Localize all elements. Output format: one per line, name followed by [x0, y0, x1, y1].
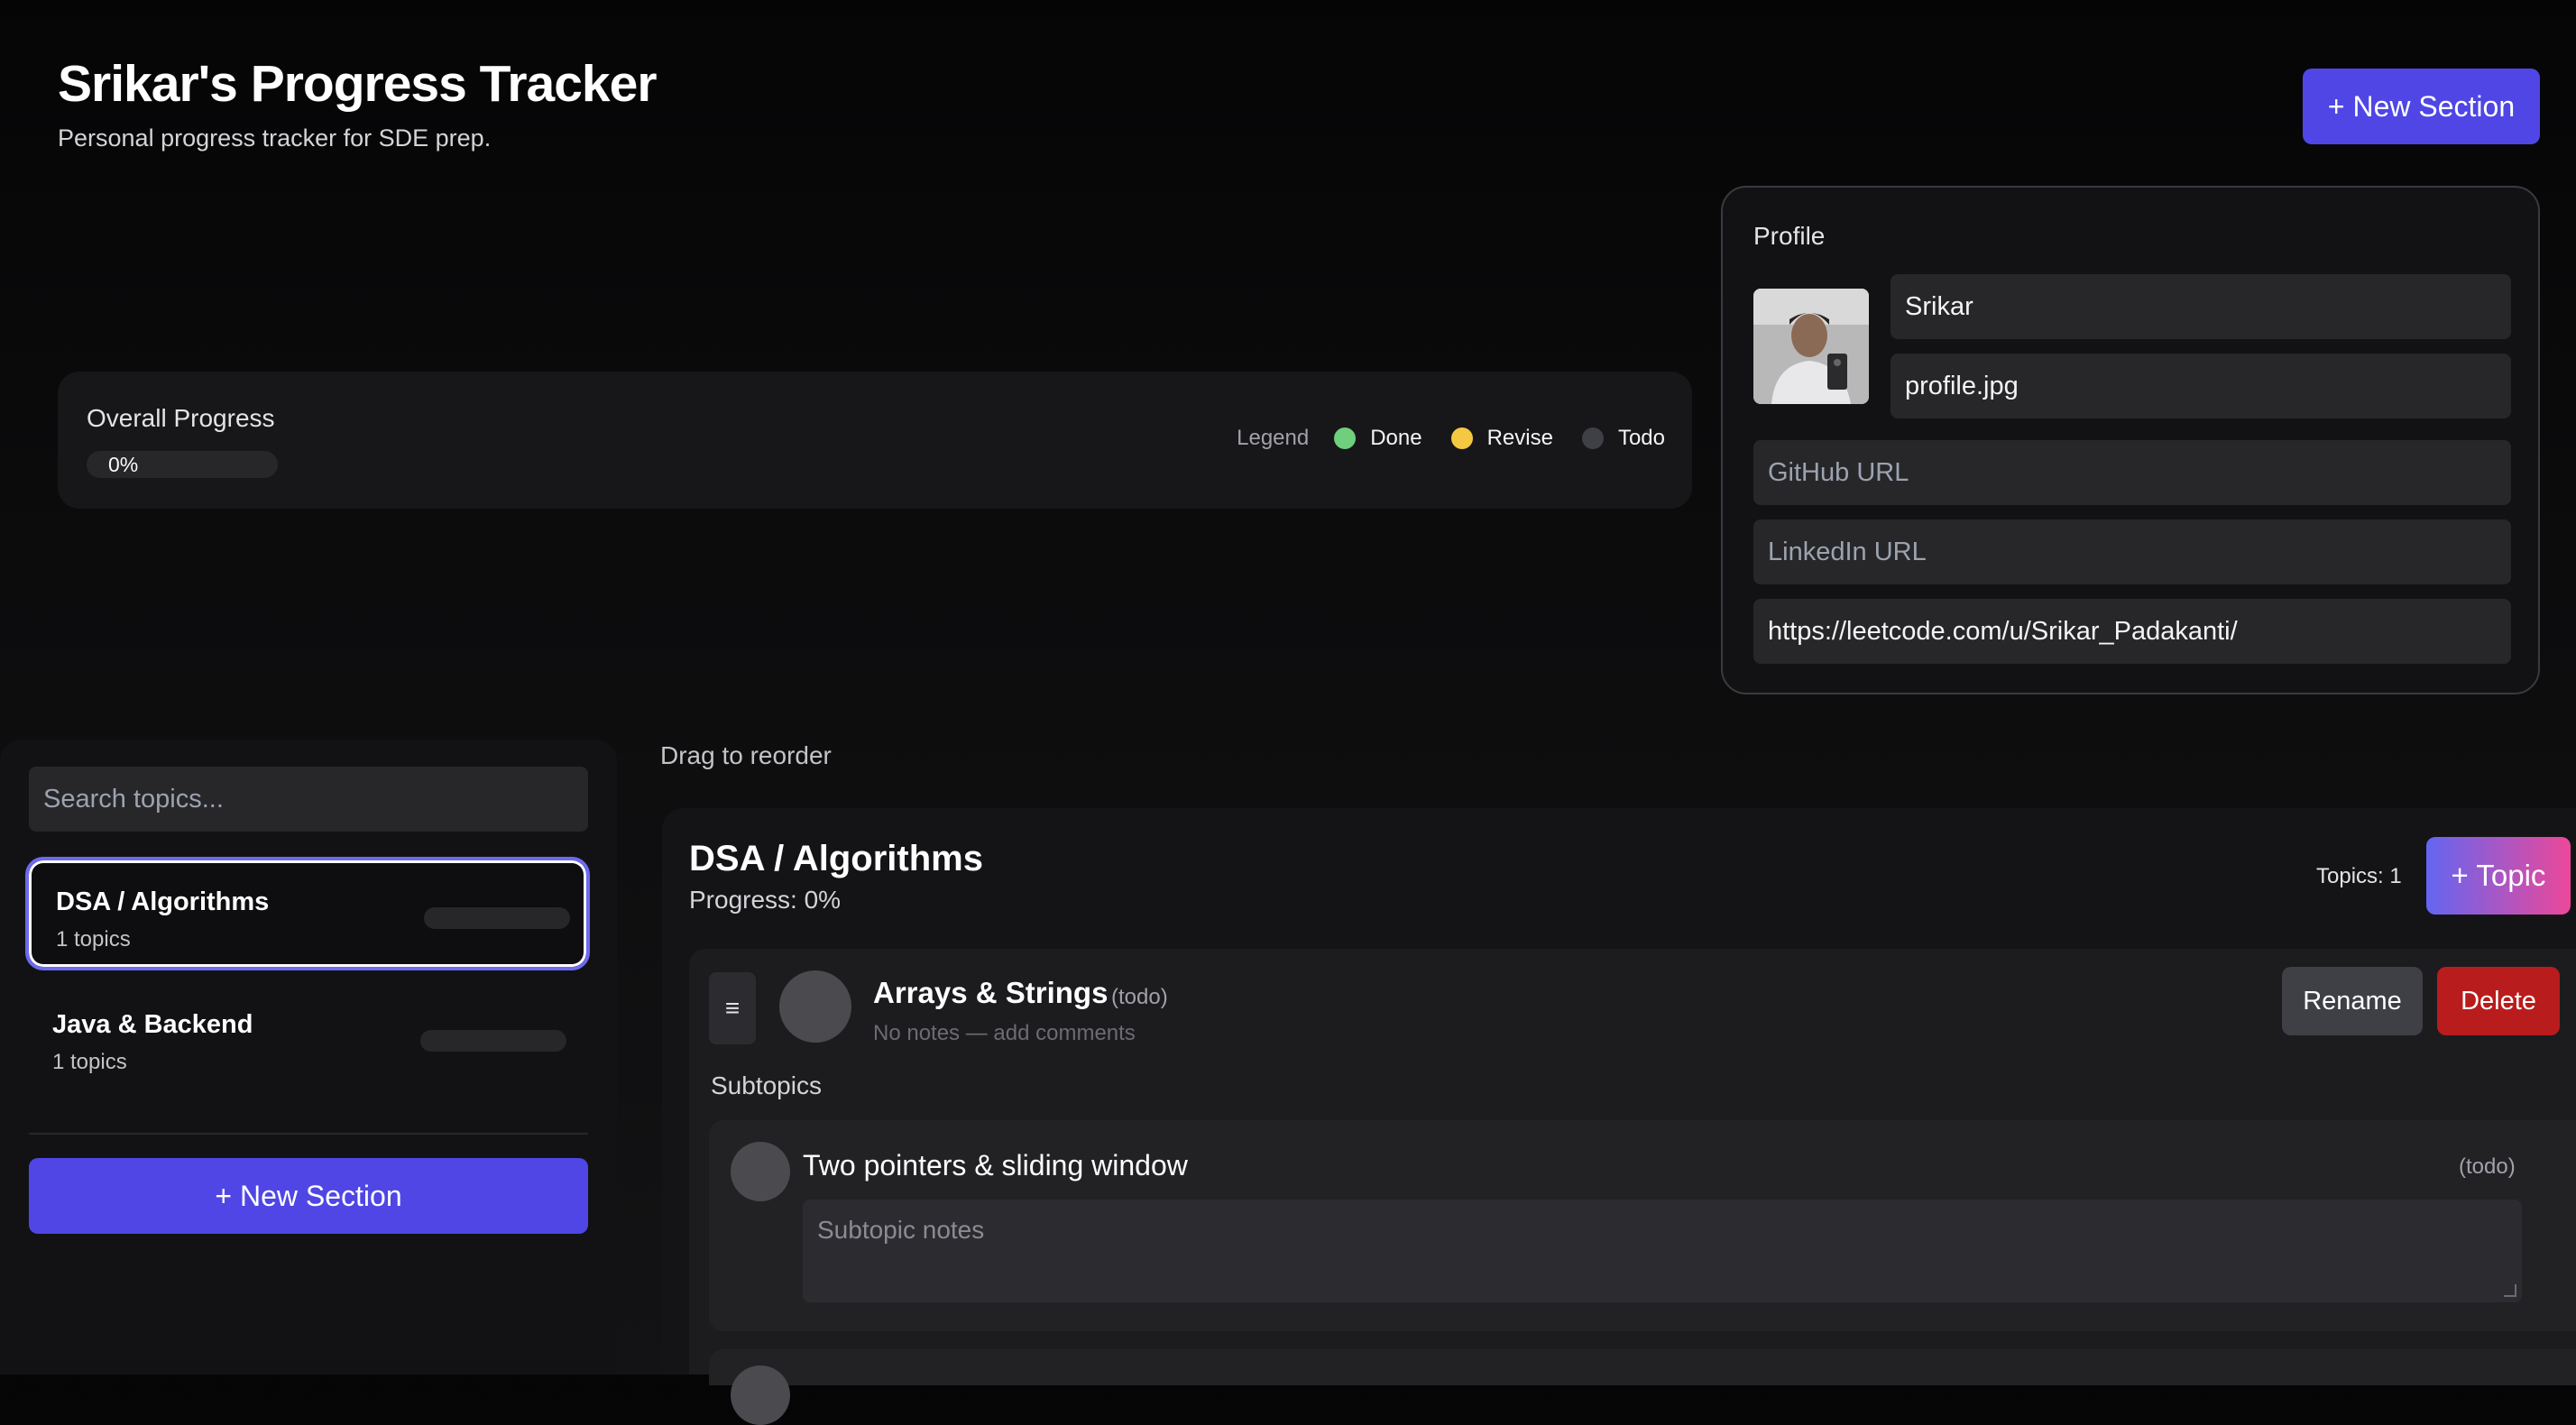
avatar[interactable] — [1753, 289, 1869, 404]
section-progress: Progress: 0% — [689, 886, 842, 914]
section-title: DSA / Algorithms — [689, 839, 983, 878]
resize-grip-icon[interactable] — [2504, 1284, 2516, 1297]
page-subtitle: Personal progress tracker for SDE prep. — [58, 124, 492, 152]
overall-progress-card: Overall Progress 0% Legend Done Revise T… — [58, 372, 1692, 509]
legend-item-todo: Todo — [1581, 426, 1665, 451]
page-title: Srikar's Progress Tracker — [58, 55, 658, 113]
avatar-photo-icon — [1753, 289, 1869, 404]
sidebar-divider — [29, 1133, 588, 1135]
revise-dot-icon — [1450, 428, 1473, 449]
subtopic-status-toggle[interactable] — [731, 1142, 790, 1201]
legend-label-todo: Todo — [1617, 426, 1665, 450]
search-input[interactable]: Search topics... — [29, 767, 588, 832]
topic-name: Arrays & Strings — [873, 976, 1109, 1009]
todo-dot-icon — [1581, 428, 1604, 449]
subtopic-notes-textarea[interactable]: Subtopic notes — [803, 1200, 2522, 1302]
subtopic-name: Two pointers & sliding window — [803, 1149, 1188, 1181]
overall-progress-bar: 0% — [87, 451, 278, 478]
legend-item-done: Done — [1334, 426, 1422, 451]
profile-title: Profile — [1753, 222, 1826, 250]
drag-handle-icon[interactable]: ≡ — [709, 972, 756, 1044]
subtopic-card — [709, 1349, 2576, 1425]
legend: Legend Done Revise Todo — [1237, 426, 1665, 451]
sidebar-item-dsa-algorithms[interactable]: DSA / Algorithms 1 topics — [25, 857, 590, 970]
topic-status-toggle[interactable] — [779, 970, 851, 1043]
leetcode-url-input[interactable]: https://leetcode.com/u/Srikar_Padakanti/ — [1753, 599, 2511, 664]
header-new-section-button[interactable]: + New Section — [2303, 69, 2540, 144]
overall-progress-label: Overall Progress — [87, 404, 275, 432]
subtopic-card: Two pointers & sliding window (todo) Sub… — [709, 1120, 2576, 1331]
topic-card: ≡ Arrays & Strings (todo) No notes — add… — [689, 949, 2576, 1425]
sidebar-item-count: 1 topics — [56, 927, 131, 952]
topic-status-badge: (todo) — [1111, 985, 1168, 1009]
topic-notes[interactable]: No notes — add comments — [873, 1021, 1136, 1046]
github-url-input[interactable]: GitHub URL — [1753, 440, 2511, 505]
done-dot-icon — [1334, 428, 1357, 449]
sidebar: Search topics... DSA / Algorithms 1 topi… — [0, 740, 617, 1374]
legend-item-revise: Revise — [1450, 426, 1553, 451]
rename-button[interactable]: Rename — [2282, 967, 2423, 1035]
legend-label-revise: Revise — [1486, 426, 1553, 450]
subtopics-heading: Subtopics — [711, 1071, 822, 1099]
legend-title: Legend — [1237, 426, 1310, 450]
sidebar-item-label: Java & Backend — [52, 1010, 253, 1039]
topics-count: Topics: 1 — [2316, 864, 2402, 888]
add-topic-button[interactable]: + Topic — [2426, 837, 2571, 915]
sidebar-new-section-button[interactable]: + New Section — [29, 1158, 588, 1234]
legend-label-done: Done — [1370, 426, 1422, 450]
sidebar-item-label: DSA / Algorithms — [56, 887, 270, 916]
drag-hint: Drag to reorder — [660, 741, 832, 769]
sidebar-item-java-backend[interactable]: Java & Backend 1 topics — [25, 983, 590, 1097]
profile-card: Profile Srikar profile.jpg GitHub URL Li… — [1721, 186, 2540, 694]
sidebar-item-progress-bar — [420, 1030, 566, 1052]
section-card: DSA / Algorithms Progress: 0% Topics: 1 … — [662, 808, 2576, 1425]
sidebar-item-progress-bar — [424, 907, 570, 929]
profile-name-input[interactable]: Srikar — [1891, 274, 2511, 339]
linkedin-url-input[interactable]: LinkedIn URL — [1753, 519, 2511, 584]
subtopic-notes-placeholder: Subtopic notes — [817, 1216, 985, 1244]
sidebar-item-count: 1 topics — [52, 1050, 127, 1074]
subtopic-status-badge: (todo) — [2459, 1154, 2516, 1179]
profile-photo-input[interactable]: profile.jpg — [1891, 354, 2511, 418]
delete-button[interactable]: Delete — [2437, 967, 2560, 1035]
